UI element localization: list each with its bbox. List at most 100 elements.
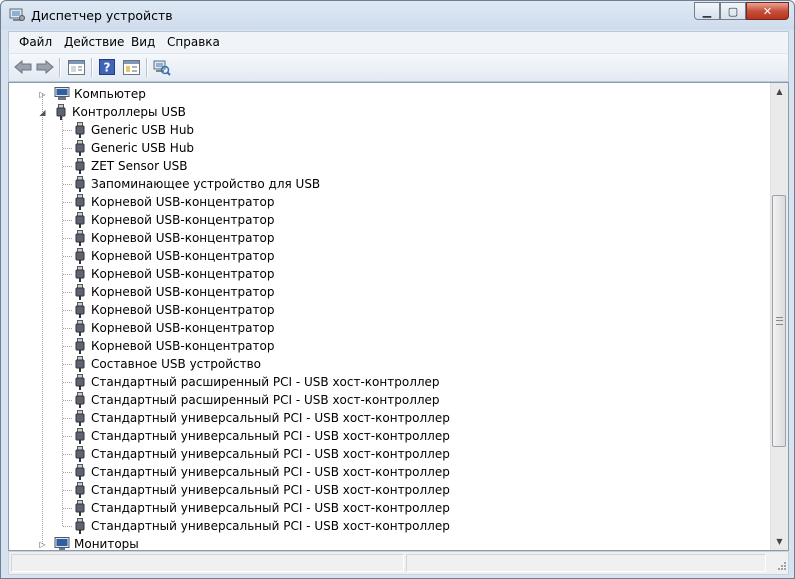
usb-device-icon [75, 212, 85, 228]
tree-device-item[interactable]: Стандартный универсальный PCI - USB хост… [73, 409, 450, 427]
usb-device-icon [75, 320, 85, 336]
usb-device-icon [75, 374, 85, 390]
status-pane-main [11, 554, 404, 572]
usb-device-icon [75, 140, 85, 156]
tree-node-monitors[interactable]: Мониторы [54, 535, 139, 550]
tree-node-label: Стандартный универсальный PCI - USB хост… [91, 447, 450, 461]
tree-device-item[interactable]: Стандартный универсальный PCI - USB хост… [73, 499, 450, 517]
usb-device-icon [75, 302, 85, 318]
tree-device-item[interactable]: Стандартный расширенный PCI - USB хост-к… [73, 391, 440, 409]
title-bar[interactable]: Диспетчер устройств ▁ ▢ ✕ [1, 1, 794, 31]
view-icon [122, 59, 140, 75]
tree-device-item[interactable]: Корневой USB-концентратор [73, 193, 274, 211]
menu-bar: Файл Действие Вид Справка [8, 31, 789, 53]
menu-view[interactable]: Вид [131, 35, 155, 49]
tree-node-label: Корневой USB-концентратор [91, 231, 275, 245]
forward-button[interactable] [35, 58, 55, 76]
tree-device-item[interactable]: Стандартный универсальный PCI - USB хост… [73, 445, 450, 463]
expand-computer-icon[interactable]: ▷ [38, 90, 47, 99]
menu-action[interactable]: Действие [64, 35, 124, 49]
tree-device-item[interactable]: Составное USB устройство [73, 355, 261, 373]
tree-node-label: Generic USB Hub [91, 141, 195, 155]
menu-help[interactable]: Справка [167, 35, 220, 49]
tree-node-label: Корневой USB-концентратор [91, 339, 275, 353]
tree-device-item[interactable]: Корневой USB-концентратор [73, 301, 274, 319]
minimize-button[interactable]: ▁ [694, 2, 720, 20]
device-manager-window: Диспетчер устройств ▁ ▢ ✕ Файл Действие … [0, 0, 795, 579]
usb-controller-icon [56, 104, 66, 120]
tree-device-item[interactable]: Стандартный универсальный PCI - USB хост… [73, 463, 450, 481]
tree-device-item[interactable]: ZET Sensor USB [73, 157, 188, 175]
properties-icon [67, 59, 85, 75]
tree-device-item[interactable]: Корневой USB-концентратор [73, 319, 274, 337]
usb-device-icon [75, 410, 85, 426]
tree-node-label: Компьютер [74, 87, 146, 101]
expand-monitors-icon[interactable]: ▷ [38, 540, 47, 549]
status-pane-secondary [406, 554, 766, 572]
help-button[interactable]: ? [97, 58, 117, 76]
tree-node-label: Корневой USB-концентратор [91, 213, 275, 227]
tree-device-item[interactable]: Стандартный универсальный PCI - USB хост… [73, 481, 450, 499]
usb-device-icon [75, 482, 85, 498]
tree-device-item[interactable]: Корневой USB-концентратор [73, 283, 274, 301]
computer-icon [54, 87, 70, 100]
help-icon: ? [99, 59, 115, 75]
device-tree: ▷ Компьютер ◢ Контроллеры USB Generic US… [9, 83, 771, 550]
tree-node-label: Стандартный расширенный PCI - USB хост-к… [91, 393, 440, 407]
usb-device-icon [75, 158, 85, 174]
view-button[interactable] [121, 58, 141, 76]
tree-device-item[interactable]: Запоминающее устройство для USB [73, 175, 320, 193]
tree-node-label: Корневой USB-концентратор [91, 321, 275, 335]
tree-node-label: ZET Sensor USB [91, 159, 188, 173]
tree-device-item[interactable]: Стандартный универсальный PCI - USB хост… [73, 517, 450, 535]
scrollbar-thumb[interactable] [772, 195, 786, 447]
tree-node-computer[interactable]: Компьютер [54, 85, 146, 103]
properties-button[interactable] [66, 58, 86, 76]
usb-device-icon [75, 356, 85, 372]
window-title: Диспетчер устройств [31, 8, 173, 23]
usb-device-icon [75, 230, 85, 246]
tree-node-label: Стандартный универсальный PCI - USB хост… [91, 483, 450, 497]
usb-device-icon [75, 500, 85, 516]
usb-device-icon [75, 464, 85, 480]
tree-node-label: Стандартный расширенный PCI - USB хост-к… [91, 375, 440, 389]
tree-device-item[interactable]: Корневой USB-концентратор [73, 337, 274, 355]
maximize-button[interactable]: ▢ [720, 2, 746, 20]
scan-hardware-icon [153, 60, 171, 76]
tree-device-item[interactable]: Корневой USB-концентратор [73, 229, 274, 247]
tree-device-item[interactable]: Generic USB Hub [73, 121, 194, 139]
back-arrow-icon [14, 60, 32, 74]
tree-node-usb-controllers[interactable]: Контроллеры USB [54, 103, 186, 121]
scroll-down-button[interactable]: ▼ [771, 533, 788, 550]
scroll-up-button[interactable]: ▲ [771, 83, 788, 100]
collapse-usb-controllers-icon[interactable]: ◢ [38, 108, 47, 117]
tree-node-label: Корневой USB-концентратор [91, 303, 275, 317]
vertical-scrollbar[interactable]: ▲ ▼ [770, 83, 788, 550]
tree-device-item[interactable]: Стандартный универсальный PCI - USB хост… [73, 427, 450, 445]
back-button[interactable] [13, 58, 33, 76]
close-icon: ✕ [762, 4, 773, 18]
tree-node-label: Стандартный универсальный PCI - USB хост… [91, 519, 450, 533]
scroll-down-icon: ▼ [776, 537, 783, 546]
tree-device-item[interactable]: Корневой USB-концентратор [73, 211, 274, 229]
svg-text:?: ? [104, 61, 111, 75]
tree-device-item[interactable]: Generic USB Hub [73, 139, 194, 157]
usb-device-icon [75, 284, 85, 300]
scan-hardware-button[interactable] [152, 58, 172, 76]
grip-icon [775, 317, 783, 325]
tree-device-item[interactable]: Стандартный расширенный PCI - USB хост-к… [73, 373, 440, 391]
resize-grip-icon[interactable] [775, 561, 787, 573]
tree-device-item[interactable]: Корневой USB-концентратор [73, 247, 274, 265]
tree-node-label: Корневой USB-концентратор [91, 267, 275, 281]
tree-device-item[interactable]: Корневой USB-концентратор [73, 265, 274, 283]
menu-file[interactable]: Файл [19, 35, 52, 49]
usb-device-icon [75, 176, 85, 192]
close-button[interactable]: ✕ [746, 2, 789, 20]
tree-node-label: Стандартный универсальный PCI - USB хост… [91, 465, 450, 479]
device-manager-icon [9, 8, 25, 21]
usb-device-icon [75, 338, 85, 354]
tree-node-label: Корневой USB-концентратор [91, 249, 275, 263]
tree-node-label: Контроллеры USB [72, 105, 186, 119]
usb-device-icon [75, 122, 85, 138]
device-tree-panel: ▷ Компьютер ◢ Контроллеры USB Generic US… [8, 82, 789, 551]
